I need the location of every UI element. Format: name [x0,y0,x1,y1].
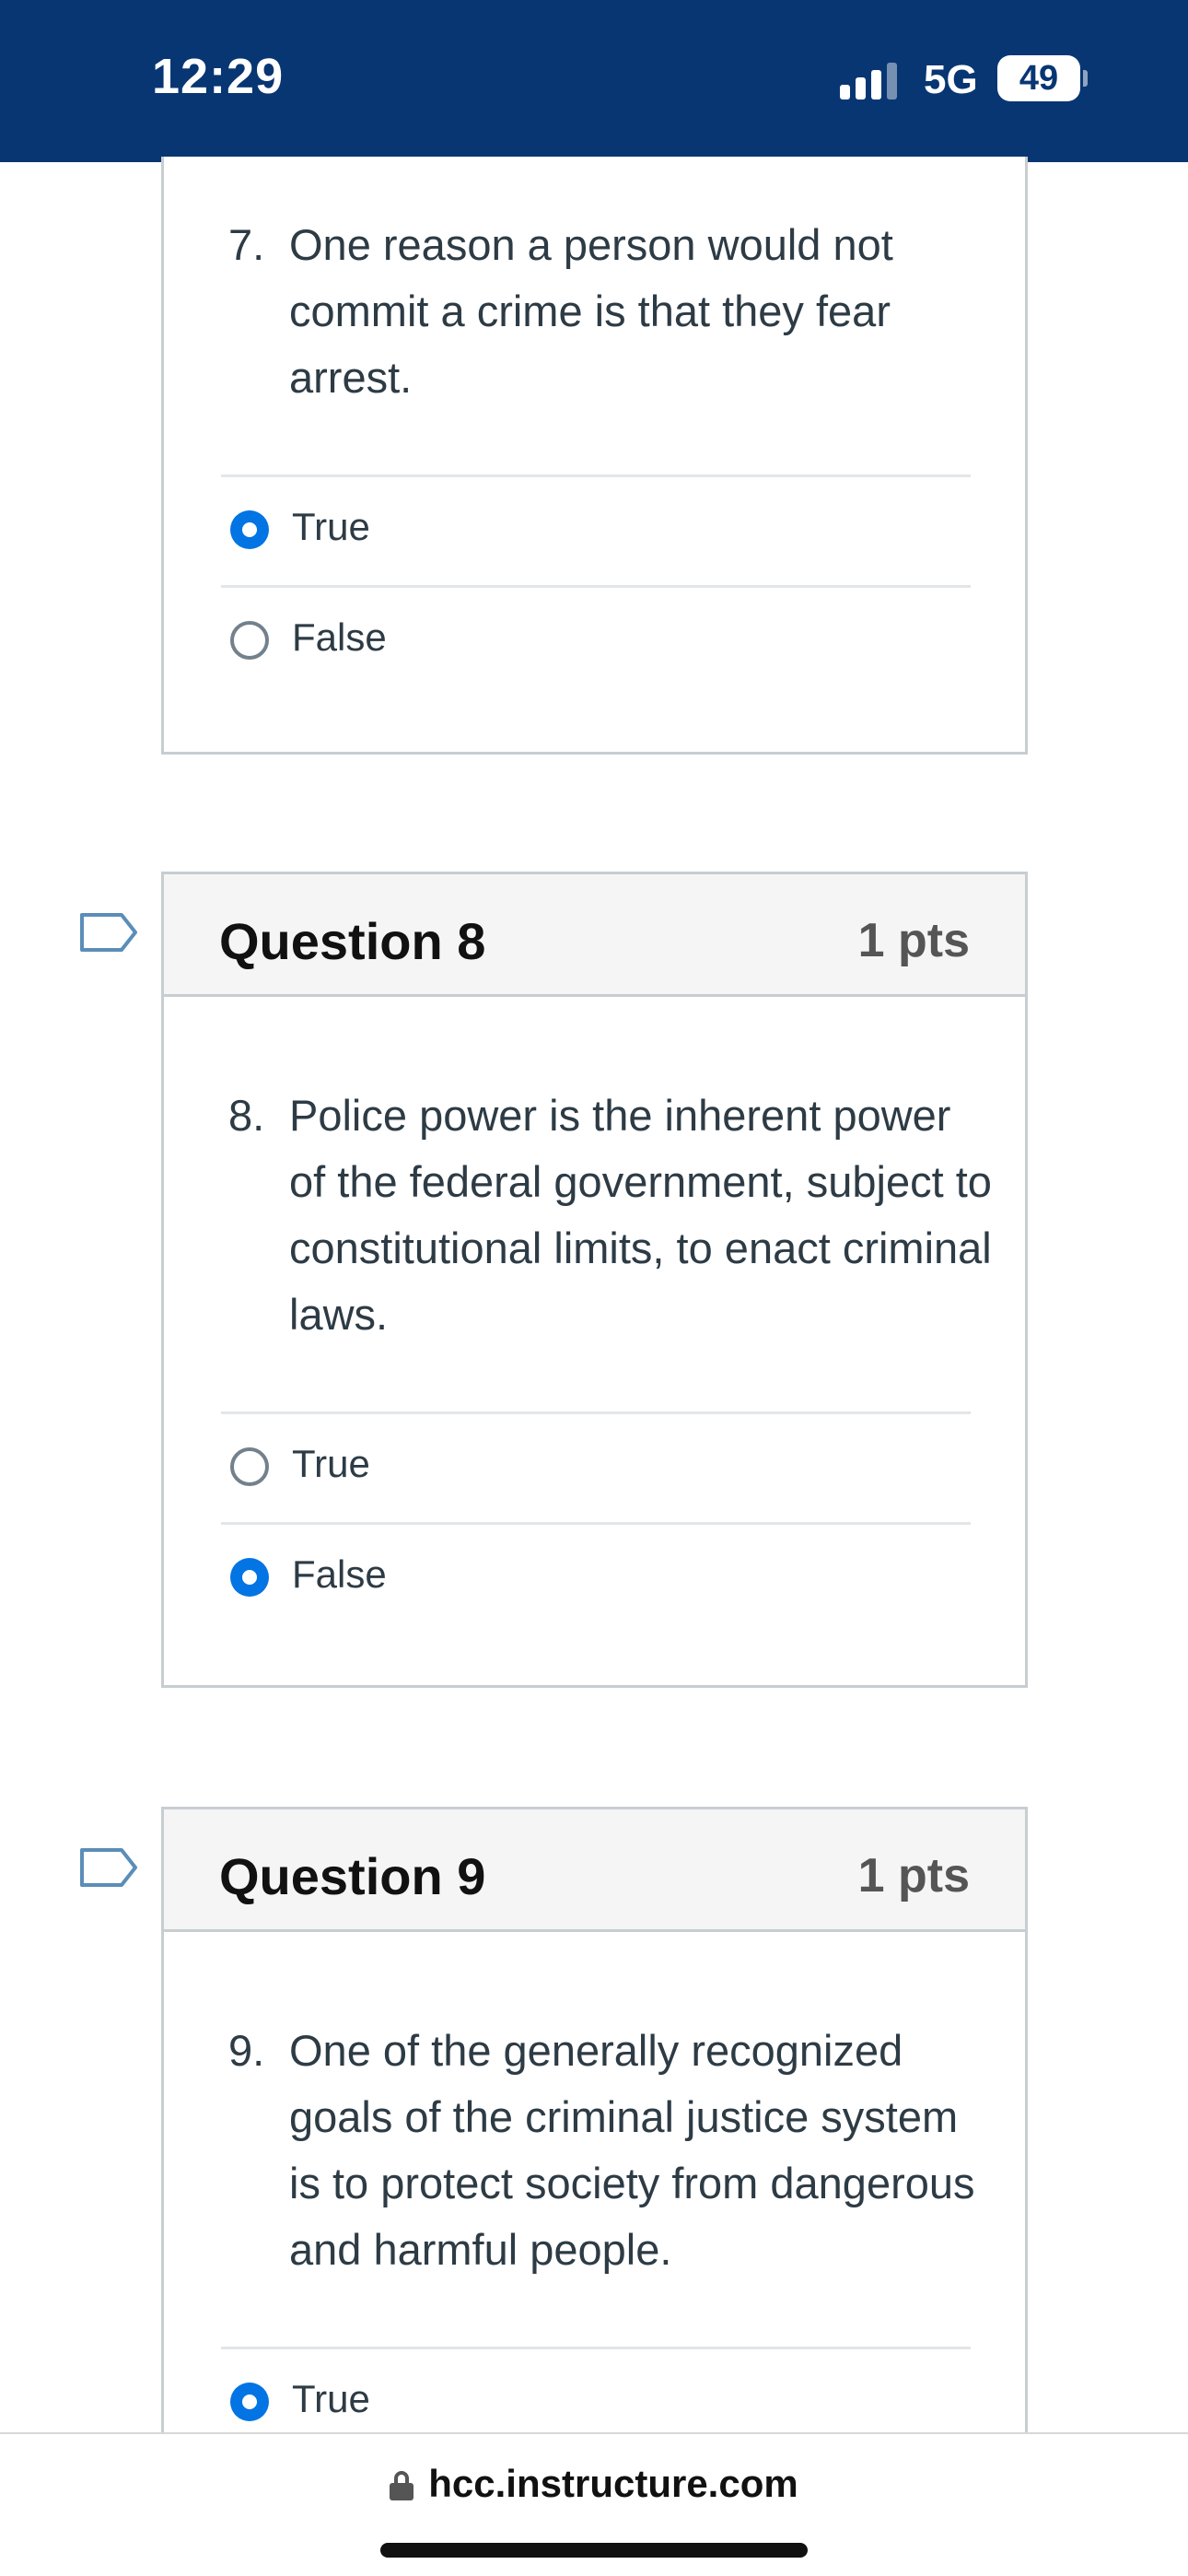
status-bar: 12:29 5G 49 [0,0,1188,162]
question-number: 7. [228,220,265,269]
lock-icon [390,2471,414,2500]
question-header: Question 8 1 pts [164,874,1025,997]
cellular-signal-icon [840,61,904,100]
question-points: 1 pts [857,1849,970,1903]
question-body: One of the generally recognized goals of… [289,2026,975,2274]
radio-button[interactable] [230,1447,269,1486]
answer-divider [221,1522,971,1525]
question-title: Question 9 [219,1847,486,1905]
question-card-8: Question 8 1 pts 8. Police power is the … [161,872,1028,1688]
status-time: 12:29 [152,49,285,104]
battery-tip [1083,70,1088,87]
question-points: 1 pts [857,914,970,967]
question-card-7: 7. One reason a person would not commit … [161,157,1028,755]
question-body: One reason a person would not commit a c… [289,220,893,402]
radio-button-selected[interactable] [230,1558,269,1597]
question-title: Question 8 [219,912,486,970]
question-body: Police power is the inherent power of th… [289,1091,992,1339]
radio-button[interactable] [230,621,269,660]
flag-question-icon[interactable] [79,1847,138,1888]
network-type: 5G [924,57,978,102]
answer-divider [221,2347,971,2349]
question-text: 9. One of the generally recognized goals… [228,2018,993,2283]
question-text: 7. One reason a person would not commit … [228,212,993,411]
question-number: 9. [228,2026,265,2075]
answer-divider [221,1411,971,1414]
answer-label: True [292,1442,370,1485]
answer-label: False [292,1552,387,1596]
question-text: 8. Police power is the inherent power of… [228,1083,993,1348]
flag-question-icon[interactable] [79,912,138,953]
question-card-9: Question 9 1 pts 9. One of the generally… [161,1807,1028,2470]
radio-button-selected[interactable] [230,2383,269,2421]
address-bar[interactable]: hcc.instructure.com [0,2462,1188,2506]
home-indicator[interactable] [380,2543,808,2558]
url-text: hcc.instructure.com [428,2462,798,2505]
answer-divider [221,585,971,588]
radio-button-selected[interactable] [230,510,269,549]
battery-icon: 49 [997,55,1080,101]
answer-label: True [292,505,370,548]
battery-level: 49 [1019,59,1059,98]
question-number: 8. [228,1091,265,1140]
answer-label: False [292,615,387,659]
question-header: Question 9 1 pts [164,1809,1025,1932]
answer-divider [221,474,971,477]
answer-label: True [292,2377,370,2420]
